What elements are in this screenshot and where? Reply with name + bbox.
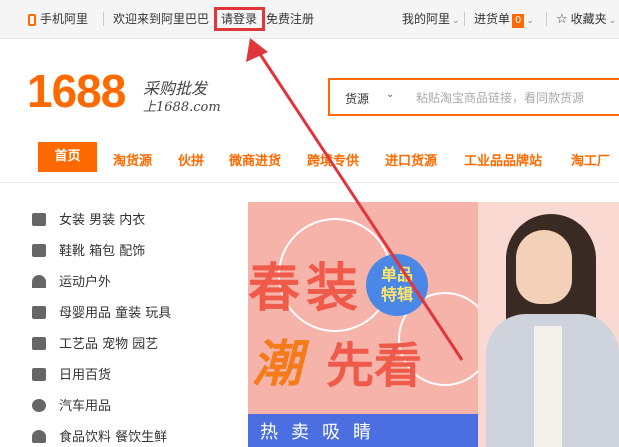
annotation-arrow bbox=[246, 38, 464, 361]
arrow-line bbox=[254, 47, 464, 361]
arrow-head bbox=[246, 38, 268, 62]
